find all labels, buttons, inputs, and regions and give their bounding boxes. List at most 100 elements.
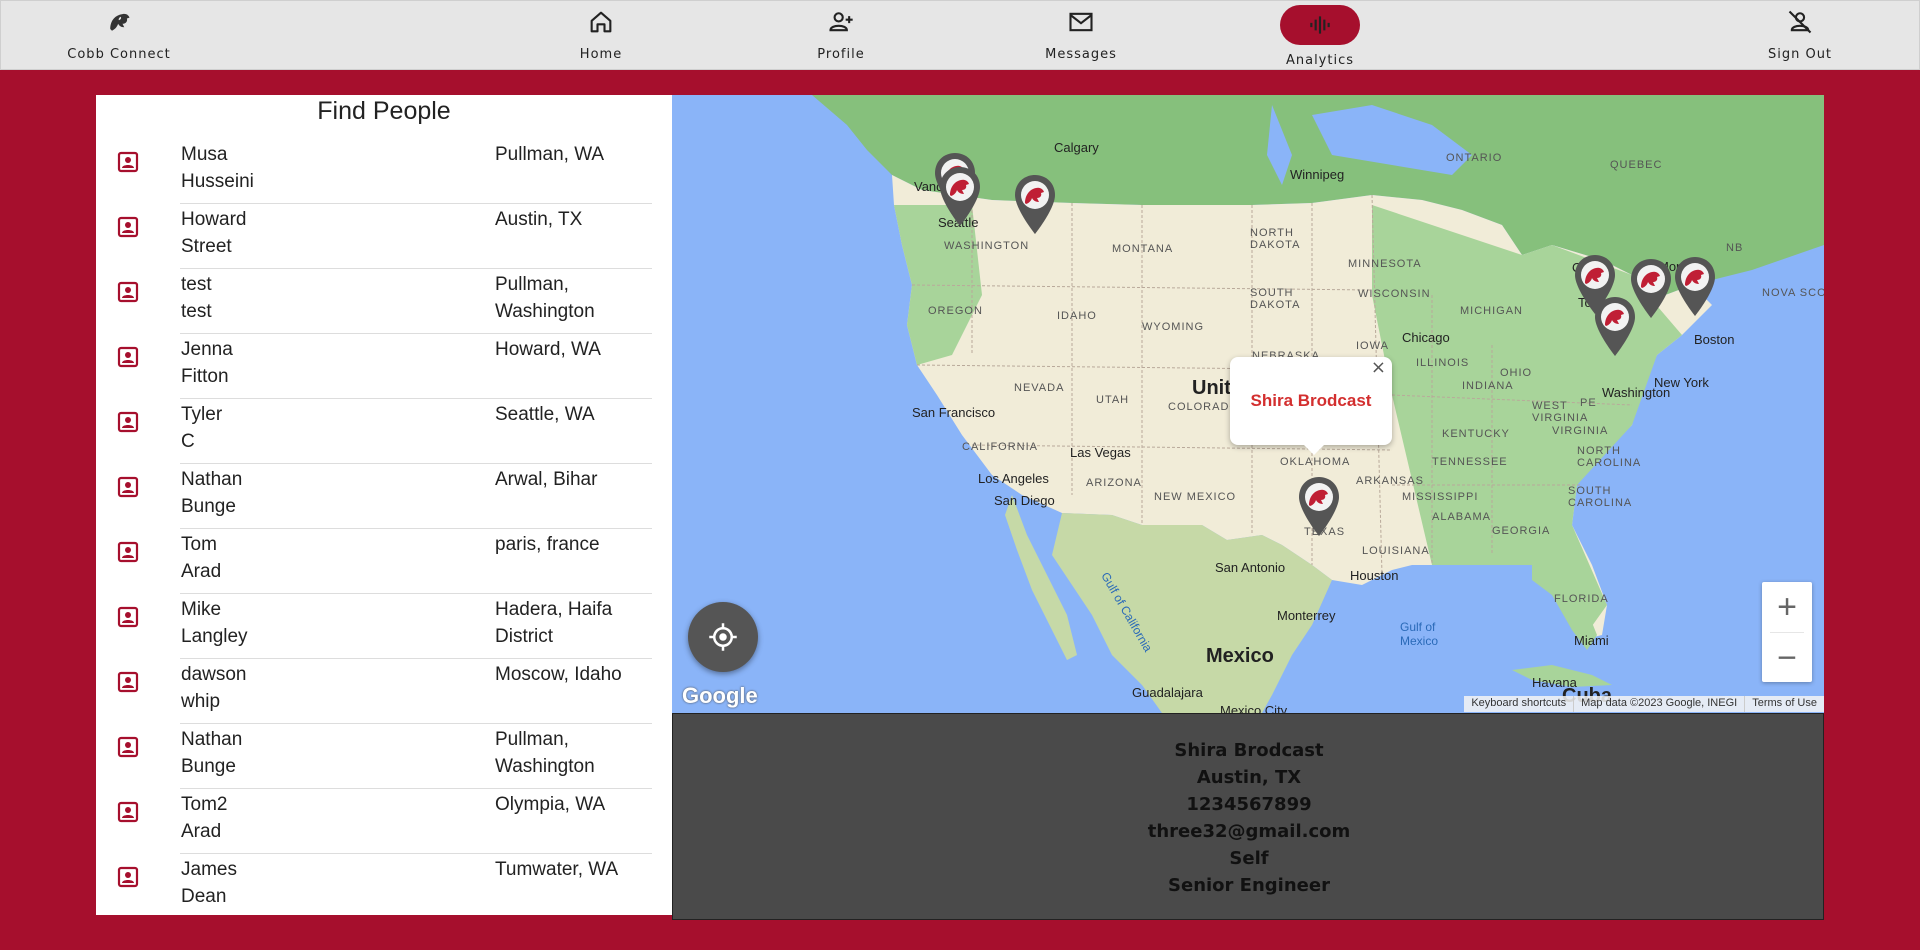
list-item[interactable]: Jenna Fitton Howard, WA	[96, 334, 672, 399]
zoom-out-button[interactable]: −	[1762, 633, 1812, 683]
map-label-minnesota: MINNESOTA	[1348, 258, 1422, 270]
cougar-marker-icon	[1675, 257, 1715, 316]
map-label-georgia: GEORGIA	[1492, 525, 1551, 537]
contact-card-icon	[117, 346, 139, 368]
list-item[interactable]: Nathan Bunge Arwal, Bihar	[96, 464, 672, 529]
map-label-mississippi: MISSISSIPPI	[1402, 491, 1479, 503]
map-view[interactable]: ONTARIO QUEBEC NB NOVA SCOT Calgary Winnipeg V…	[672, 95, 1824, 713]
map-label-south-carolina: SOUTH CAROLINA	[1568, 485, 1633, 509]
map-label-louisiana: LOUISIANA	[1362, 545, 1430, 557]
person-location: Pullman, Washington	[495, 274, 595, 322]
info-window-close-button[interactable]: ×	[1371, 357, 1386, 378]
detail-phone: 1234567899	[1186, 794, 1312, 815]
messages-label: Messages	[1045, 47, 1117, 62]
person-location: Pullman, Washington	[495, 729, 595, 777]
google-logo[interactable]: Google	[682, 683, 758, 709]
map-marker[interactable]	[1296, 475, 1342, 537]
list-item[interactable]: Howard Street Austin, TX	[96, 204, 672, 269]
map-label-boston: Boston	[1694, 332, 1735, 347]
cougar-marker-icon	[1015, 175, 1055, 234]
map-label-mexico-city: Mexico City	[1220, 703, 1288, 713]
map-label-gulf-mexico: Gulf of Mexico	[1400, 620, 1439, 648]
cougar-marker-icon	[940, 167, 980, 226]
map-marker[interactable]	[1012, 173, 1058, 235]
map-label-washington-dc: Washington	[1602, 385, 1671, 400]
person-name: Nathan Bunge	[181, 729, 243, 777]
detail-title: Senior Engineer	[1168, 875, 1330, 896]
map-marker[interactable]	[1672, 255, 1718, 317]
map-marker[interactable]	[1628, 257, 1674, 319]
find-people-panel: Find People Musa Husseini Pullman, WA Howa…	[96, 95, 672, 915]
map-label-oklahoma: OKLAHOMA	[1280, 456, 1351, 468]
cougar-logo-icon	[105, 1, 133, 43]
map-label-south-dakota: SOUTH DAKOTA	[1250, 287, 1301, 311]
person-location: Austin, TX	[495, 209, 583, 230]
contact-card-icon	[117, 866, 139, 888]
list-item[interactable]: Tom Arad paris, france	[96, 529, 672, 594]
info-window-name: Shira Brodcast	[1250, 391, 1372, 410]
contact-card-icon	[117, 216, 139, 238]
contact-card-icon	[117, 476, 139, 498]
person-name: Howard Street	[181, 209, 247, 257]
profile-label: Profile	[817, 47, 865, 62]
nav-messages[interactable]: Messages	[1031, 1, 1131, 71]
map-label-new-mexico: NEW MEXICO	[1154, 491, 1237, 503]
nav-brand[interactable]: Cobb Connect	[59, 1, 179, 71]
map-label-nb: NB	[1726, 242, 1744, 254]
cougar-marker-icon	[1299, 477, 1339, 536]
person-location: Tumwater, WA	[495, 859, 619, 880]
top-nav: Cobb Connect Home Profile Messages Analy…	[0, 0, 1920, 70]
terms-of-use-link[interactable]: Terms of Use	[1744, 696, 1824, 712]
person-name: James Dean	[181, 859, 237, 907]
crosshair-icon	[709, 623, 737, 651]
info-window: × Shira Brodcast	[1230, 357, 1392, 455]
contact-card-icon	[117, 151, 139, 173]
map-label-winnipeg: Winnipeg	[1290, 167, 1345, 182]
add-person-icon	[827, 1, 855, 43]
map-label-arizona: ARIZONA	[1086, 477, 1142, 489]
map-label-wisconsin: WISCONSIN	[1358, 288, 1431, 300]
person-details-panel: Shira Brodcast Austin, TX 1234567899 thr…	[672, 713, 1824, 920]
list-item[interactable]: dawson whip Moscow, Idaho	[96, 659, 672, 724]
nav-signout[interactable]: Sign Out	[1760, 1, 1840, 71]
map-label-kentucky: KENTUCKY	[1442, 428, 1510, 440]
zoom-control: + −	[1762, 582, 1812, 682]
map-label-nevada: NEVADA	[1014, 382, 1065, 394]
map-label-monterrey: Monterrey	[1277, 608, 1336, 623]
person-location: Moscow, Idaho	[495, 664, 622, 685]
person-name: Tom2 Arad	[181, 794, 228, 842]
map-label-north-carolina: NORTH CAROLINA	[1577, 445, 1642, 469]
contact-card-icon	[117, 736, 139, 758]
list-item[interactable]: Mike Langley Hadera, Haifa District	[96, 594, 672, 659]
person-off-icon	[1786, 1, 1814, 43]
map-label-montana: MONTANA	[1112, 243, 1174, 255]
zoom-in-button[interactable]: +	[1762, 582, 1812, 632]
map-label-iowa: IOWA	[1356, 340, 1389, 352]
nav-analytics[interactable]: Analytics	[1270, 1, 1370, 71]
nav-home[interactable]: Home	[561, 1, 641, 71]
list-item[interactable]: Tom2 Arad Olympia, WA	[96, 789, 672, 854]
person-location: Seattle, WA	[495, 404, 595, 425]
map-label-idaho: IDAHO	[1057, 310, 1097, 322]
brand-label: Cobb Connect	[67, 47, 171, 62]
map-label-utah: UTAH	[1096, 394, 1130, 406]
my-location-button[interactable]	[688, 602, 758, 672]
list-item[interactable]: test test Pullman, Washington	[96, 269, 672, 334]
list-item[interactable]: Tyler C Seattle, WA	[96, 399, 672, 464]
map-label-guadalajara: Guadalajara	[1132, 685, 1203, 700]
nav-profile[interactable]: Profile	[801, 1, 881, 71]
map-marker[interactable]	[937, 165, 983, 227]
home-icon	[587, 1, 615, 43]
person-location: Olympia, WA	[495, 794, 606, 815]
contact-card-icon	[117, 541, 139, 563]
list-item[interactable]: James Dean Tumwater, WA	[96, 854, 672, 915]
list-item[interactable]: Nathan Bunge Pullman, Washington	[96, 724, 672, 789]
map-label-pe: PE	[1580, 397, 1597, 409]
map-attribution: Keyboard shortcuts Map data ©2023 Google…	[1464, 696, 1824, 712]
map-label-san-antonio: San Antonio	[1215, 560, 1286, 575]
keyboard-shortcuts-link[interactable]: Keyboard shortcuts	[1464, 696, 1573, 712]
detail-email: three32@gmail.com	[1147, 821, 1351, 842]
map-label-quebec: QUEBEC	[1610, 159, 1663, 171]
list-item[interactable]: Musa Husseini Pullman, WA	[96, 139, 672, 204]
person-name: Jenna Fitton	[181, 339, 233, 387]
